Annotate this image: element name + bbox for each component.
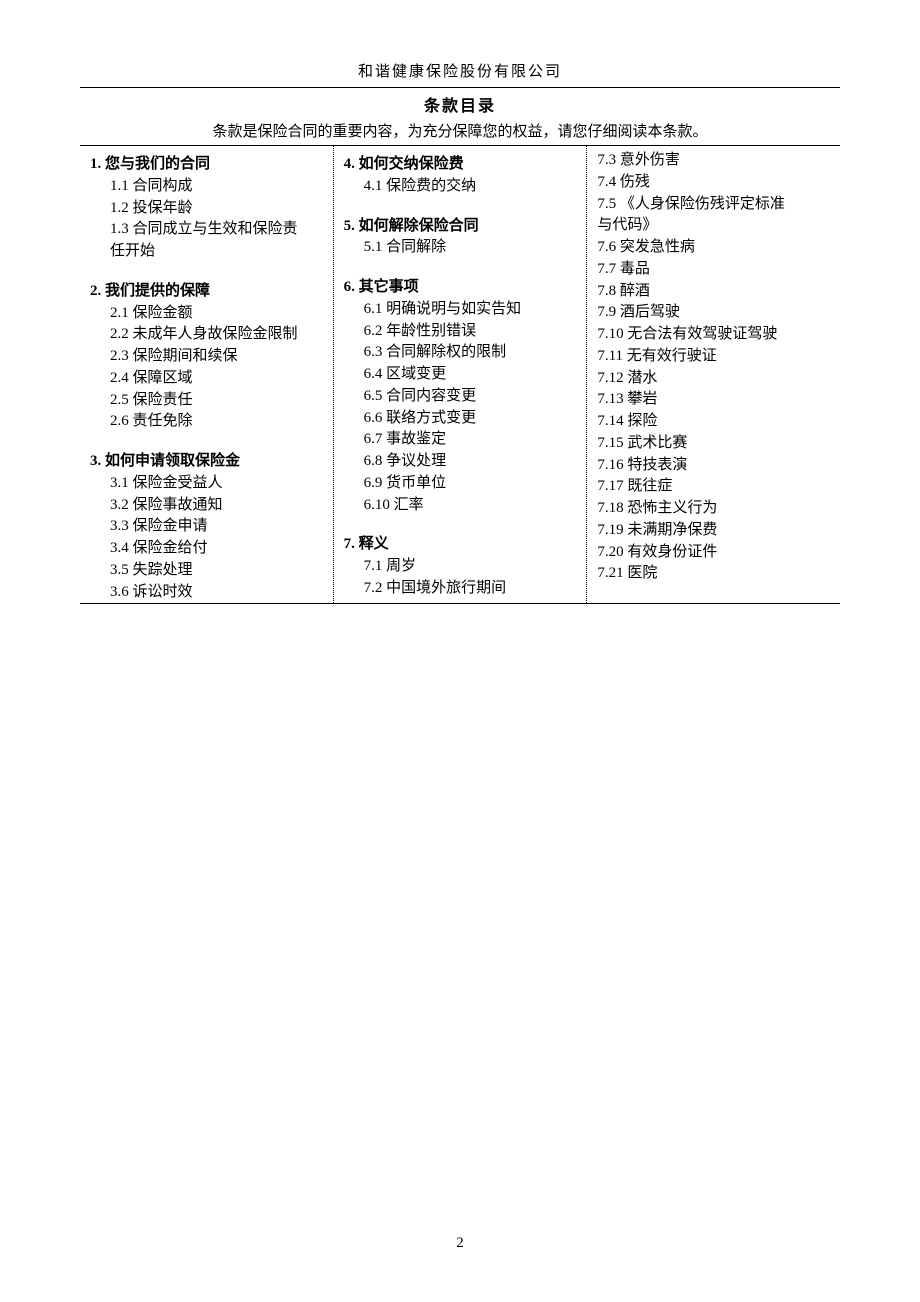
toc-item: 7.16 特技表演 (597, 455, 830, 477)
toc-item: 3.6 诉讼时效 (90, 582, 323, 604)
toc-item: 7.10 无合法有效驾驶证驾驶 (597, 324, 830, 346)
toc-item: 7.20 有效身份证件 (597, 542, 830, 564)
toc-item: 7.3 意外伤害 (597, 150, 830, 172)
toc-item: 3.2 保险事故通知 (90, 495, 323, 517)
section-6-head: 6. 其它事项 (344, 277, 577, 299)
section-3-head: 3. 如何申请领取保险金 (90, 451, 323, 473)
toc-item: 3.4 保险金给付 (90, 538, 323, 560)
toc-item: 6.4 区域变更 (344, 364, 577, 386)
toc-item: 6.8 争议处理 (344, 451, 577, 473)
toc-item: 4.1 保险费的交纳 (344, 176, 577, 198)
toc-item: 7.6 突发急性病 (597, 237, 830, 259)
toc-item: 2.6 责任免除 (90, 411, 323, 433)
toc-item: 3.1 保险金受益人 (90, 473, 323, 495)
toc-title: 条款目录 (80, 92, 840, 116)
toc-item: 2.3 保险期间和续保 (90, 346, 323, 368)
toc-item: 1.1 合同构成 (90, 176, 323, 198)
toc-item: 6.3 合同解除权的限制 (344, 342, 577, 364)
toc-item: 7.4 伤残 (597, 172, 830, 194)
section-2-head: 2. 我们提供的保障 (90, 281, 323, 303)
column-2: 4. 如何交纳保险费 4.1 保险费的交纳 5. 如何解除保险合同 5.1 合同… (334, 146, 588, 603)
section-4-head: 4. 如何交纳保险费 (344, 154, 577, 176)
toc-subtitle: 条款是保险合同的重要内容，为充分保障您的权益，请您仔细阅读本条款。 (80, 120, 840, 141)
toc-item: 6.7 事故鉴定 (344, 429, 577, 451)
toc-item: 7.15 武术比赛 (597, 433, 830, 455)
page-number: 2 (0, 1235, 920, 1252)
toc-item: 7.12 潜水 (597, 368, 830, 390)
toc-item: 1.2 投保年龄 (90, 198, 323, 220)
toc-item: 7.13 攀岩 (597, 389, 830, 411)
toc-item: 7.14 探险 (597, 411, 830, 433)
toc-item: 1.3 合同成立与生效和保险责 (90, 219, 323, 241)
toc-item: 7.2 中国境外旅行期间 (344, 578, 577, 600)
company-header: 和谐健康保险股份有限公司 (80, 60, 840, 87)
toc-item: 2.4 保障区域 (90, 368, 323, 390)
toc-item: 7.8 醉酒 (597, 281, 830, 303)
toc-item: 7.19 未满期净保费 (597, 520, 830, 542)
toc-item: 7.5 《人身保险伤残评定标准 (597, 194, 830, 216)
toc-columns: 1. 您与我们的合同 1.1 合同构成 1.2 投保年龄 1.3 合同成立与生效… (80, 146, 840, 603)
toc-item: 2.5 保险责任 (90, 390, 323, 412)
section-5-head: 5. 如何解除保险合同 (344, 216, 577, 238)
rule-bottom (80, 603, 840, 604)
toc-item: 7.1 周岁 (344, 556, 577, 578)
column-3: 7.3 意外伤害 7.4 伤残 7.5 《人身保险伤残评定标准 与代码》 7.6… (587, 146, 840, 603)
column-1: 1. 您与我们的合同 1.1 合同构成 1.2 投保年龄 1.3 合同成立与生效… (80, 146, 334, 603)
toc-item: 2.2 未成年人身故保险金限制 (90, 324, 323, 346)
section-7-head: 7. 释义 (344, 534, 577, 556)
toc-item: 7.7 毒品 (597, 259, 830, 281)
toc-item: 3.3 保险金申请 (90, 516, 323, 538)
toc-item: 7.11 无有效行驶证 (597, 346, 830, 368)
toc-item: 7.9 酒后驾驶 (597, 302, 830, 324)
toc-item: 6.10 汇率 (344, 495, 577, 517)
rule-top (80, 87, 840, 88)
toc-item: 6.2 年龄性别错误 (344, 321, 577, 343)
toc-item: 6.1 明确说明与如实告知 (344, 299, 577, 321)
toc-item-cont: 任开始 (90, 241, 323, 263)
toc-item: 6.6 联络方式变更 (344, 408, 577, 430)
toc-item: 6.9 货币单位 (344, 473, 577, 495)
toc-item: 7.21 医院 (597, 563, 830, 585)
section-1-head: 1. 您与我们的合同 (90, 154, 323, 176)
toc-item: 7.18 恐怖主义行为 (597, 498, 830, 520)
toc-item-cont: 与代码》 (597, 215, 830, 237)
toc-item: 3.5 失踪处理 (90, 560, 323, 582)
toc-item: 6.5 合同内容变更 (344, 386, 577, 408)
toc-item: 7.17 既往症 (597, 476, 830, 498)
toc-item: 2.1 保险金额 (90, 303, 323, 325)
toc-item: 5.1 合同解除 (344, 237, 577, 259)
